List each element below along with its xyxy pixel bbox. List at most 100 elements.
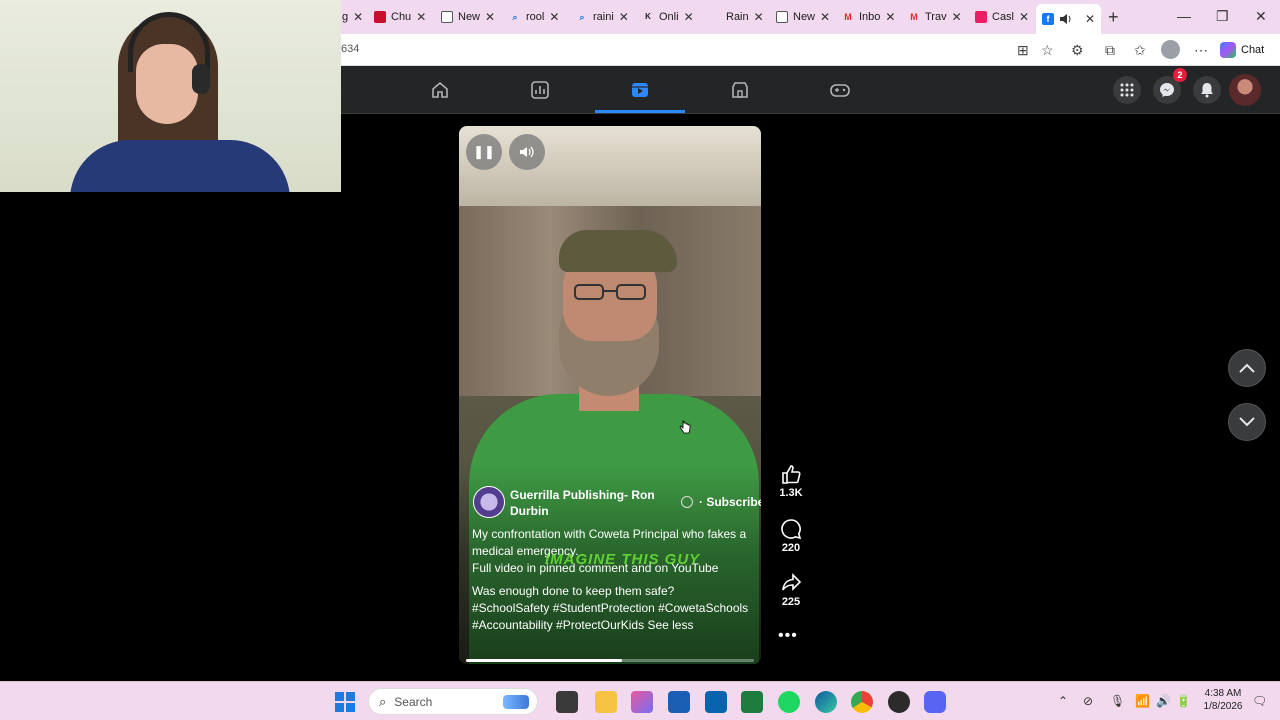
speaker-icon[interactable] <box>1059 13 1073 25</box>
window-close-icon[interactable]: ✕ <box>1255 8 1267 25</box>
chat-label: Chat <box>1241 44 1265 56</box>
thumbs-up-icon <box>782 465 801 484</box>
browser-tab[interactable]: K Onli ✕ <box>642 6 694 28</box>
close-icon[interactable]: ✕ <box>952 10 962 24</box>
notifications-bell-icon[interactable] <box>1193 76 1221 104</box>
next-reel-button[interactable] <box>1228 403 1266 441</box>
close-icon[interactable]: ✕ <box>619 10 629 24</box>
minimize-icon[interactable]: — <box>1177 8 1191 24</box>
close-icon[interactable]: ✕ <box>684 10 694 24</box>
gaming-icon[interactable] <box>828 78 852 102</box>
speaker-icon <box>520 146 534 158</box>
outlook-icon[interactable] <box>705 691 727 713</box>
close-icon[interactable]: ✕ <box>485 10 495 24</box>
tab-title: Inbo <box>859 11 881 23</box>
reels-icon[interactable] <box>628 78 652 102</box>
more-menu-icon[interactable]: ⋯ <box>1194 42 1208 59</box>
chevron-down-icon <box>1239 417 1255 427</box>
spotify-icon[interactable] <box>778 691 800 713</box>
browser-tab[interactable]: ⌕ raini ✕ <box>576 6 629 28</box>
volume-icon[interactable]: 🔊 <box>1156 694 1171 708</box>
taskbar-clock[interactable]: 4:38 AM 1/8/2026 <box>1198 687 1248 713</box>
facebook-icon: f <box>1042 13 1054 25</box>
file-explorer-icon[interactable] <box>595 691 617 713</box>
close-icon[interactable]: ✕ <box>754 10 764 24</box>
url-text[interactable]: 634 <box>341 43 359 55</box>
browser-tab[interactable]: Casl ✕ <box>975 6 1029 28</box>
excel-icon[interactable] <box>741 691 763 713</box>
close-icon[interactable]: ✕ <box>885 10 895 24</box>
task-view-icon[interactable] <box>556 691 578 713</box>
gmail-icon: M <box>910 12 918 22</box>
browser-profile-avatar[interactable] <box>1161 40 1180 59</box>
video-progress-bar[interactable] <box>466 659 754 662</box>
taskbar-search[interactable]: ⌕ Search <box>368 688 538 715</box>
copilot-icon <box>1220 42 1236 58</box>
headset-icon <box>128 12 210 72</box>
browser-tab[interactable]: M Inbo ✕ <box>842 6 895 28</box>
like-button[interactable]: 1.3K <box>771 463 811 499</box>
caption-hashtags[interactable]: #SchoolSafety #StudentProtection #Coweta… <box>472 601 748 632</box>
app-icon[interactable] <box>631 691 653 713</box>
menu-grid-icon[interactable] <box>1113 76 1141 104</box>
browser-tab[interactable]: New ✕ <box>441 6 495 28</box>
comment-button[interactable]: 220 <box>771 518 811 554</box>
browser-tab[interactable]: New ✕ <box>776 6 830 28</box>
marketplace-icon[interactable] <box>728 78 752 102</box>
share-button[interactable]: 225 <box>771 572 811 608</box>
battery-icon[interactable]: 🔋 <box>1176 694 1191 708</box>
extensions-icon[interactable]: ⚙ <box>1071 42 1084 59</box>
close-icon[interactable]: ✕ <box>1085 12 1095 26</box>
close-icon[interactable]: ✕ <box>820 10 830 24</box>
newtab-icon <box>776 11 788 23</box>
pause-button[interactable]: ❚❚ <box>466 134 502 170</box>
favorites-icon[interactable]: ✩ <box>1134 42 1146 59</box>
close-icon[interactable]: ✕ <box>1019 10 1029 24</box>
discord-icon[interactable] <box>924 691 946 713</box>
tab-title: g <box>342 11 349 23</box>
notification-center-icon[interactable]: 🗨 <box>1252 694 1267 708</box>
copilot-chat-button[interactable]: Chat <box>1220 40 1264 60</box>
profile-avatar[interactable] <box>1229 74 1261 106</box>
browser-tab-active[interactable]: f ✕ <box>1036 4 1102 34</box>
app-icon[interactable] <box>888 691 910 713</box>
author-avatar[interactable] <box>473 486 505 518</box>
browser-tab[interactable]: Chu ✕ <box>374 6 426 28</box>
tab-actions-icon[interactable]: ⧉ <box>1105 42 1115 59</box>
tray-app-icon[interactable]: ⊘ <box>1083 694 1093 708</box>
tab-title: Onli <box>659 11 679 23</box>
hand-cursor-icon <box>679 420 691 434</box>
volume-button[interactable] <box>509 134 545 170</box>
windows-start-icon[interactable] <box>335 692 355 712</box>
new-tab-button[interactable]: + <box>1108 7 1119 28</box>
chevron-up-icon[interactable]: ⌃ <box>1058 694 1068 708</box>
search-icon: ⌕ <box>512 12 518 22</box>
microphone-icon[interactable]: 🎙 <box>1110 694 1125 708</box>
tab-title: Chu <box>391 11 412 23</box>
author-name[interactable]: Guerrilla Publishing- Ron Durbin <box>510 487 670 519</box>
windows-taskbar: ⌕ Search ⌃ ⊘ 🎙 📶 🔊 🔋 4:38 AM 1/8/2026 🗨 <box>0 681 1280 720</box>
restore-icon[interactable]: ❐ <box>1216 8 1229 25</box>
dashboard-icon[interactable] <box>528 78 552 102</box>
subscribe-button[interactable]: · Subscribe <box>699 495 761 509</box>
previous-reel-button[interactable] <box>1228 349 1266 387</box>
browser-tab[interactable]: g ✕ <box>342 6 363 28</box>
split-screen-icon[interactable]: ⊞ <box>1017 42 1029 59</box>
edge-icon[interactable] <box>815 691 837 713</box>
see-less-link[interactable]: See less <box>647 618 693 632</box>
browser-tab[interactable]: ⌕ rool ✕ <box>509 6 559 28</box>
close-icon[interactable]: ✕ <box>549 10 559 24</box>
close-icon[interactable]: ✕ <box>353 10 363 24</box>
app-icon <box>975 11 987 23</box>
browser-tab[interactable]: M Trav ✕ <box>908 6 962 28</box>
wifi-icon[interactable]: 📶 <box>1135 694 1150 708</box>
favorite-star-icon[interactable]: ☆ <box>1041 42 1054 59</box>
reel-video[interactable]: ❚❚ Guerrilla Publishing- Ron Durbin · Su… <box>459 126 761 664</box>
close-icon[interactable]: ✕ <box>416 10 426 24</box>
like-count: 1.3K <box>779 487 803 499</box>
store-icon[interactable] <box>668 691 690 713</box>
home-icon[interactable] <box>428 78 452 102</box>
browser-tab[interactable]: Rain ✕ <box>709 6 764 28</box>
more-options-icon[interactable]: ••• <box>778 627 798 645</box>
chrome-icon[interactable] <box>851 691 873 713</box>
